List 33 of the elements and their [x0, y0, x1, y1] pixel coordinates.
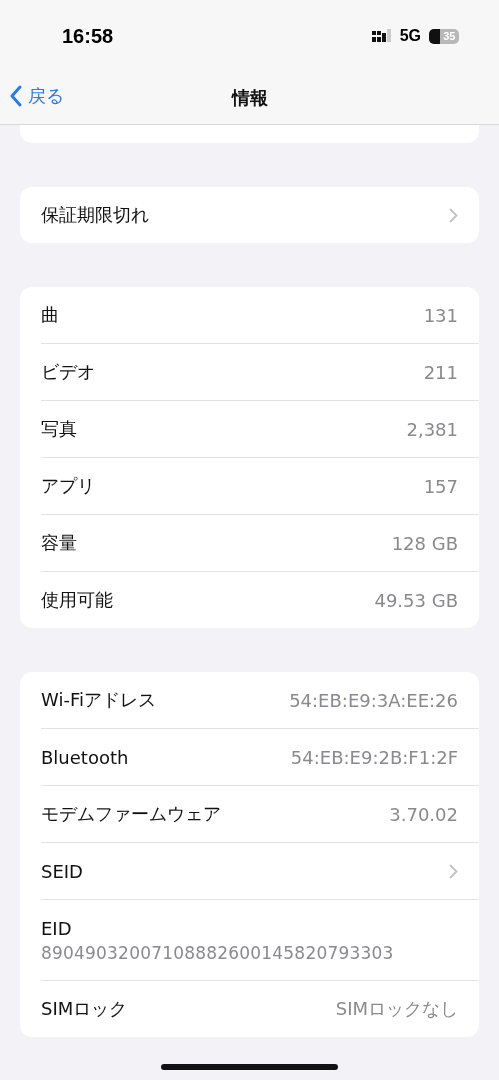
row-value: 2,381 — [406, 418, 458, 440]
row-value: 3.70.02 — [389, 803, 458, 825]
chevron-icon — [449, 863, 458, 879]
row-value: 89049032007108882600145820793303 — [41, 942, 395, 963]
row-value: 128 GB — [391, 532, 458, 554]
row-value: 131 — [423, 304, 458, 326]
row-value: 54:EB:E9:3A:EE:26 — [289, 689, 458, 711]
row-label: EID — [41, 917, 73, 939]
row-value: 54:EB:E9:2B:F1:2F — [290, 746, 458, 768]
list-item[interactable]: SEID — [41, 843, 479, 900]
row-value: 157 — [423, 475, 458, 497]
row-value: SIMロックなし — [335, 997, 458, 1021]
signal-icon — [371, 29, 392, 43]
row-label: 容量 — [41, 531, 77, 555]
row-label: アプリ — [41, 474, 95, 498]
chevron-icon — [449, 207, 458, 223]
row-value: 49.53 GB — [374, 589, 458, 611]
back-chevron-icon — [10, 85, 22, 107]
row-label: SIMロック — [41, 997, 128, 1021]
network-type: 5G — [399, 27, 421, 45]
row-label: モデムファームウェア — [41, 802, 221, 826]
row-label: 曲 — [41, 303, 59, 327]
row-label: Bluetooth — [41, 746, 129, 768]
row-label: ビデオ — [41, 360, 95, 384]
status-time: 16:58 — [62, 24, 114, 48]
page-title: 情報 — [231, 86, 268, 110]
list-item[interactable]: 保証期限切れ — [41, 187, 479, 243]
row-value: 211 — [423, 361, 458, 383]
row-label: 写真 — [41, 417, 77, 441]
row-label: 使用可能 — [41, 588, 113, 612]
back-button[interactable]: 戻る — [10, 84, 64, 108]
row-label: Wi-Fiアドレス — [41, 688, 156, 712]
battery-icon: 35 — [429, 28, 459, 44]
